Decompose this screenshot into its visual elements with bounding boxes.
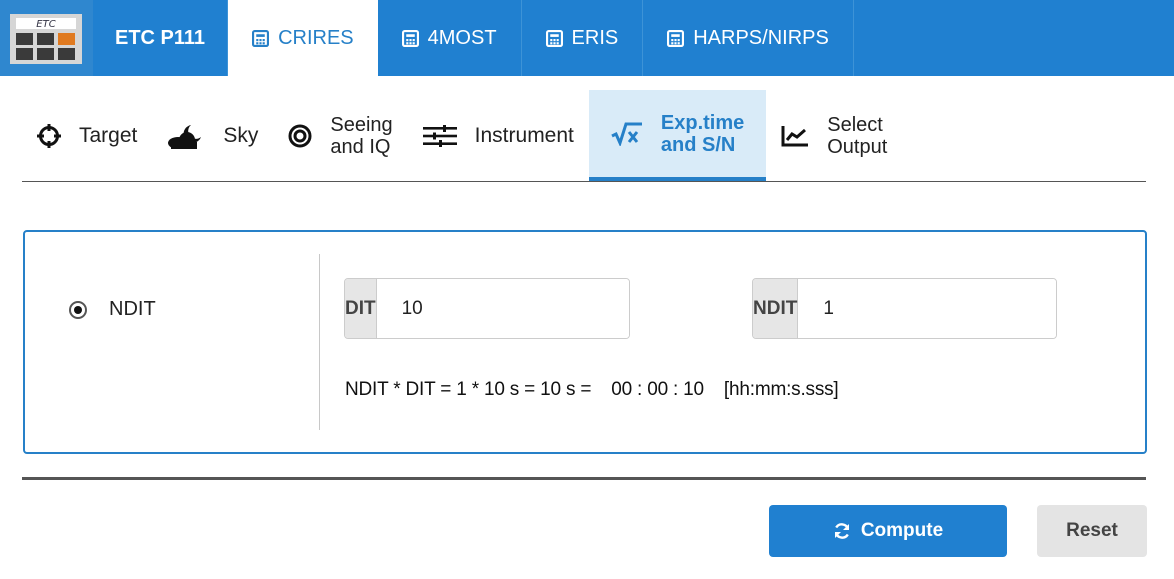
step-tab-sky[interactable]: Sky <box>152 90 273 182</box>
compute-button-label: Compute <box>860 520 944 541</box>
step-tab-exptime-line1: Exp.time <box>660 111 745 134</box>
step-tab-seeing-line2: and IQ <box>330 136 391 158</box>
step-tab-exptime[interactable]: Exp.time and S/N <box>588 90 767 182</box>
exposure-panel: NDIT DIT NDIT NDIT * DIT = 1 * 10 s = 10… <box>23 230 1147 454</box>
square-root-icon <box>611 122 643 146</box>
ndit-input-group: NDIT <box>752 278 1057 339</box>
nav-brand-etc[interactable]: ETC P111 <box>93 0 229 76</box>
step-tab-target-label: Target <box>79 124 138 147</box>
tab-4most[interactable]: 4MOST <box>378 0 522 76</box>
dit-addon-label: DIT <box>345 279 377 338</box>
reset-button[interactable]: Reset <box>1037 505 1147 557</box>
tab-harps-nirps[interactable]: HARPS/NIRPS <box>643 0 854 76</box>
target-rings-icon <box>288 124 312 148</box>
top-navbar: ETC ETC P111 CRIRES 4MOST ERIS HARPS/NIR… <box>0 0 1174 76</box>
tab-eris[interactable]: ERIS <box>522 0 644 76</box>
step-tab-seeing-label: Seeing and IQ <box>330 114 392 158</box>
step-tab-exptime-line2: and S/N <box>660 133 736 156</box>
step-tab-output-label: Select Output <box>827 114 887 158</box>
radio-dot <box>74 305 82 314</box>
panel-divider <box>319 254 320 430</box>
step-tabs-divider <box>22 181 1146 182</box>
step-tab-instrument-label: Instrument <box>474 124 574 147</box>
ndit-radio-option[interactable]: NDIT <box>69 298 156 321</box>
ndit-addon-label: NDIT <box>753 279 799 338</box>
line-chart-icon <box>781 125 809 147</box>
step-tab-output-line1: Select <box>827 114 883 136</box>
step-tab-output[interactable]: Select Output <box>766 90 902 182</box>
nav-brand-label: ETC P111 <box>115 26 206 49</box>
actions-divider <box>22 477 1146 480</box>
logo-text: ETC <box>36 19 55 30</box>
compute-button[interactable]: Compute <box>769 505 1007 557</box>
dit-input[interactable] <box>376 279 629 338</box>
calculator-icon <box>401 29 419 47</box>
refresh-icon <box>834 523 849 539</box>
moon-cloud-icon <box>167 123 205 149</box>
formula-time: 00 : 00 : 10 <box>611 379 704 400</box>
step-tab-exptime-label: Exp.time and S/N <box>661 112 744 156</box>
ndit-input[interactable] <box>798 279 1056 338</box>
formula-expression: NDIT * DIT = 1 * 10 s = 10 s = <box>345 379 592 400</box>
calculator-icon <box>252 29 270 47</box>
dit-input-group: DIT <box>344 278 630 339</box>
tab-crires[interactable]: CRIRES <box>228 0 378 76</box>
step-tab-seeing-line1: Seeing <box>330 114 393 136</box>
formula-unit: [hh:mm:s.sss] <box>723 379 839 400</box>
step-tabs: Target Sky Seeing and IQ Instrument Exp.… <box>22 90 902 182</box>
tab-crires-label: CRIRES <box>278 26 354 49</box>
tab-harps-nirps-label: HARPS/NIRPS <box>693 26 829 49</box>
crosshair-icon <box>37 124 61 148</box>
ndit-radio[interactable] <box>69 300 87 319</box>
ndit-radio-label: NDIT <box>109 298 156 320</box>
step-tab-seeing[interactable]: Seeing and IQ <box>273 90 407 182</box>
tab-4most-label: 4MOST <box>427 26 497 49</box>
instrument-tabs: ETC P111 CRIRES 4MOST ERIS HARPS/NIRPS <box>93 0 854 76</box>
etc-logo[interactable]: ETC <box>0 0 93 76</box>
step-tab-target[interactable]: Target <box>22 90 152 182</box>
etc-logo-icon: ETC <box>10 14 82 64</box>
step-tab-output-line2: Output <box>827 136 888 158</box>
reset-button-label: Reset <box>1066 520 1118 541</box>
sliders-icon <box>422 125 457 147</box>
exposure-formula: NDIT * DIT = 1 * 10 s = 10 s = 00 : 00 : … <box>345 379 839 401</box>
calculator-icon <box>545 29 563 47</box>
tab-eris-label: ERIS <box>571 26 619 49</box>
step-tab-sky-label: Sky <box>223 124 259 147</box>
calculator-icon <box>667 29 685 47</box>
step-tab-instrument[interactable]: Instrument <box>408 90 589 182</box>
